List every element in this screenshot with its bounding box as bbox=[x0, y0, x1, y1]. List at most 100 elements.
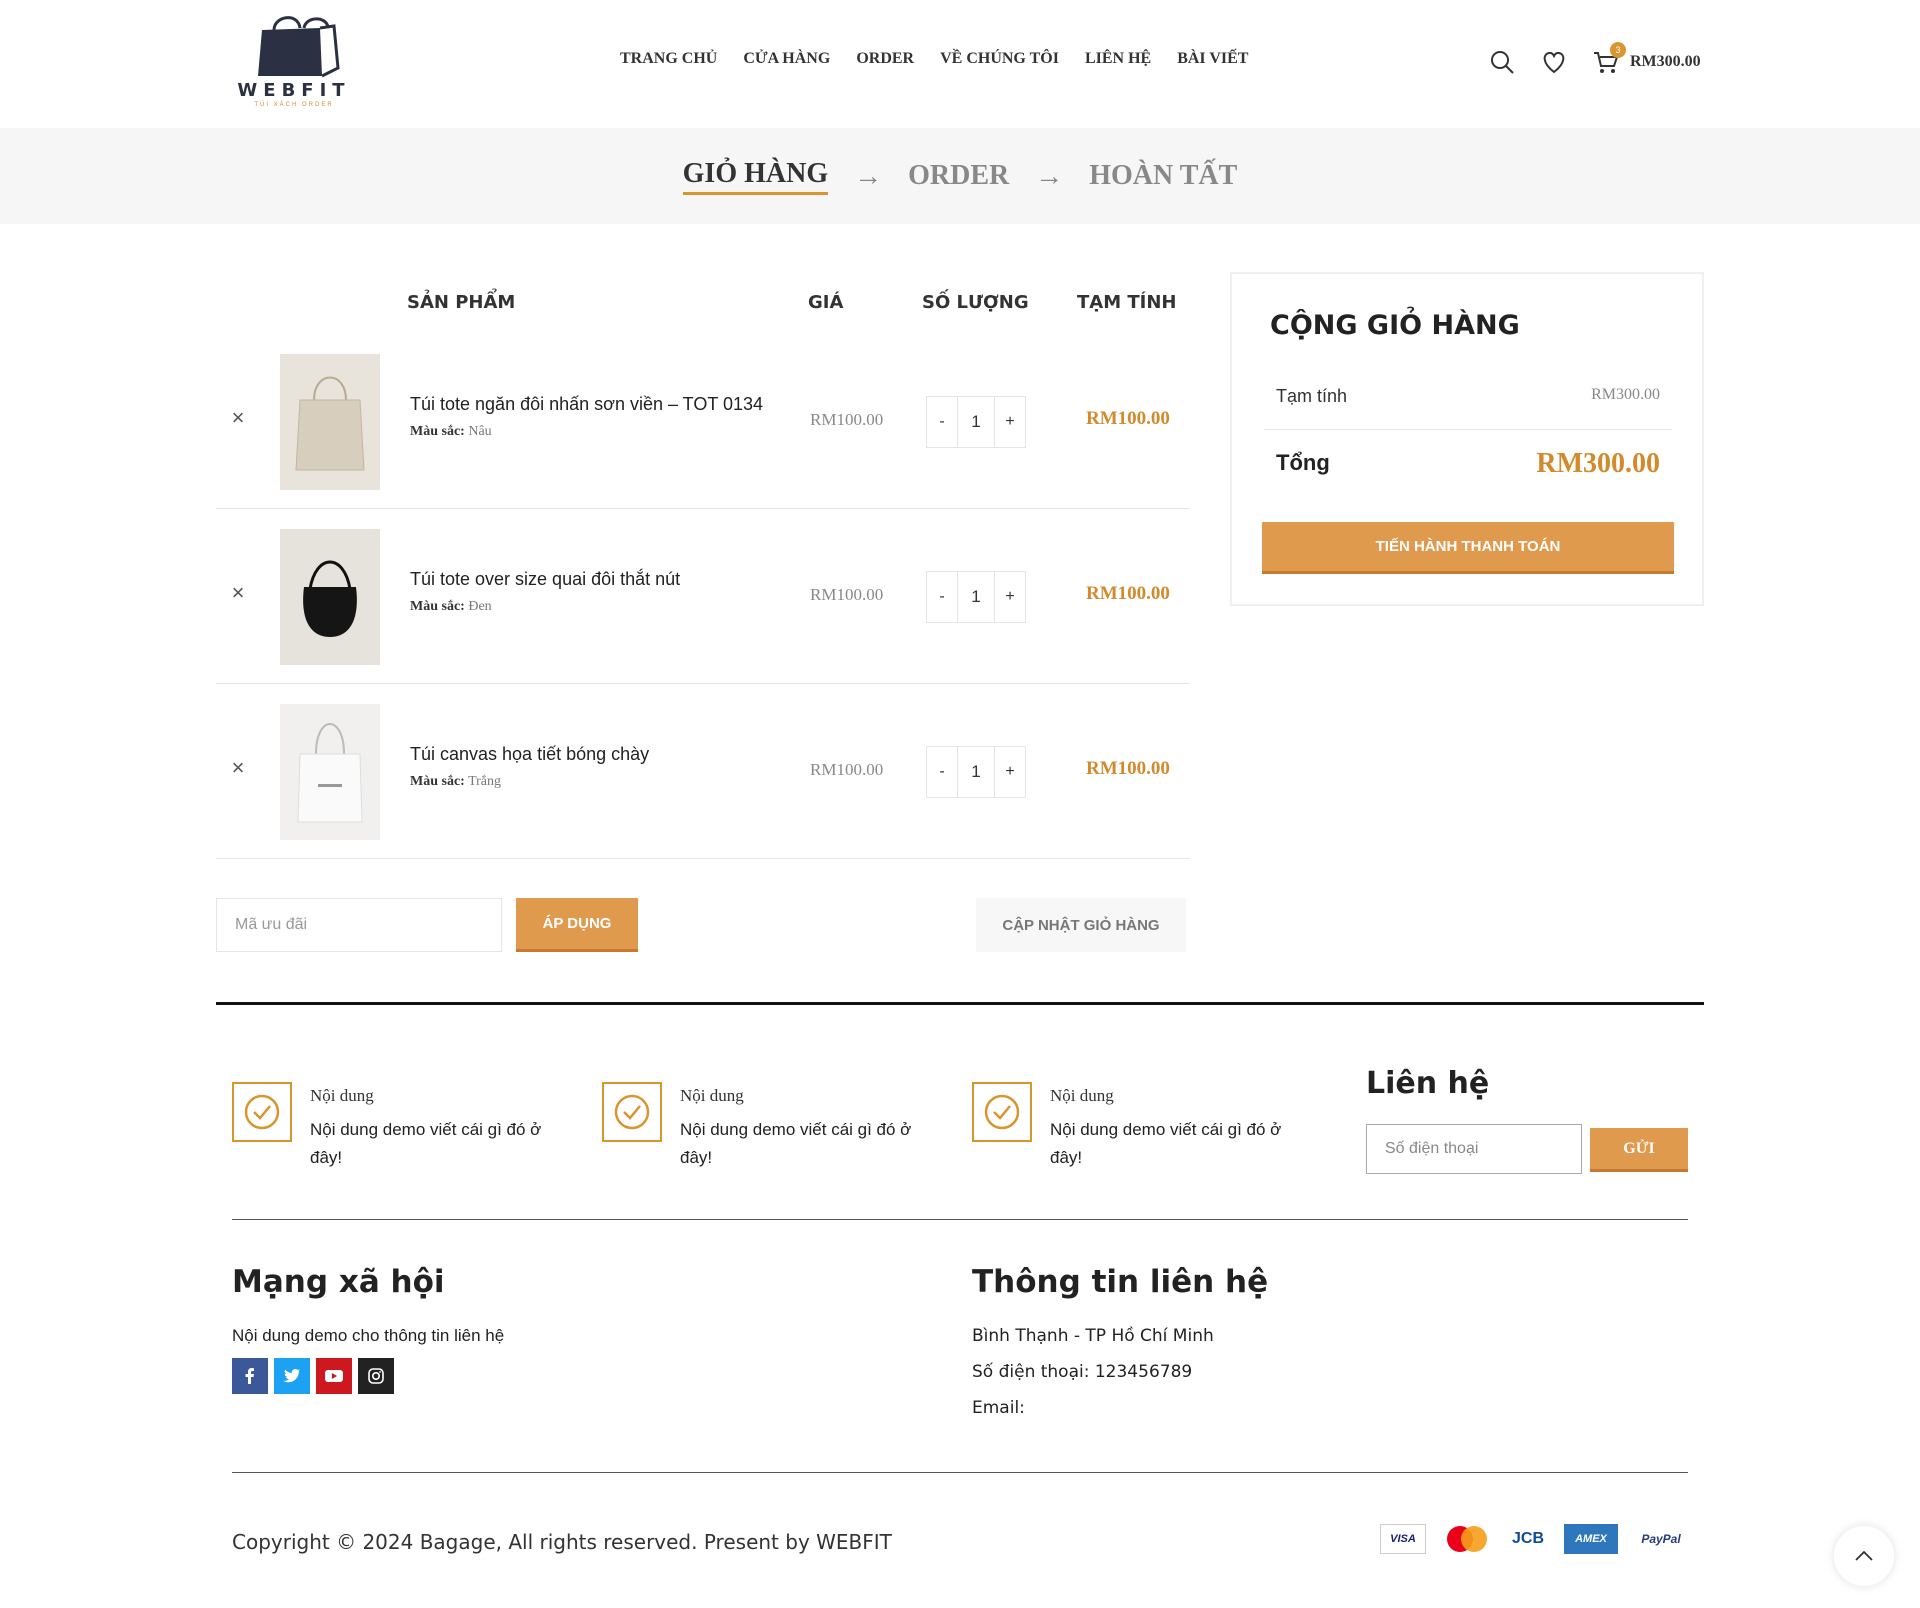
phone-input[interactable]: Số điện thoại bbox=[1366, 1124, 1582, 1174]
attribute-label: Màu sắc: bbox=[410, 424, 465, 439]
nav-home[interactable]: TRANG CHỦ bbox=[620, 50, 717, 68]
social-heading: Mạng xã hội bbox=[232, 1264, 445, 1300]
qty-plus-button[interactable]: + bbox=[995, 747, 1025, 797]
product-price: RM100.00 bbox=[810, 410, 884, 429]
attribute-value: Nâu bbox=[468, 424, 492, 439]
cart-totals-title: CỘNG GIỎ HÀNG bbox=[1270, 310, 1520, 341]
footer-divider bbox=[232, 1472, 1688, 1473]
step-cart[interactable]: GIỎ HÀNG bbox=[682, 158, 829, 195]
header-product: SẢN PHẨM bbox=[407, 292, 516, 313]
contact-email: Email: bbox=[972, 1398, 1025, 1418]
step-done: HOÀN TẤT bbox=[1089, 160, 1238, 191]
site-logo[interactable]: WEBFIT TÚI XÁCH ORDER bbox=[234, 14, 354, 112]
qty-minus-button[interactable]: - bbox=[927, 397, 957, 447]
cart-row: × Túi canvas họa tiết bóng chày Màu sắc:… bbox=[216, 684, 1190, 859]
product-name[interactable]: Túi tote ngăn đôi nhấn sơn viền – TOT 01… bbox=[410, 394, 763, 415]
header-quantity: SỐ LƯỢNG bbox=[922, 292, 1029, 313]
feature-text: Nội dung demo viết cái gì đó ở đây! bbox=[680, 1120, 912, 1167]
contact-address: Bình Thạnh - TP Hồ Chí Minh bbox=[972, 1326, 1214, 1346]
update-cart-button[interactable]: CẬP NHẬT GIỎ HÀNG bbox=[976, 898, 1186, 952]
apply-coupon-button[interactable]: ÁP DỤNG bbox=[516, 898, 638, 952]
step-arrow-icon: → bbox=[854, 160, 883, 191]
attribute-value: Đen bbox=[468, 599, 492, 614]
tote-bag-beige-icon bbox=[295, 376, 365, 471]
cart-table: SẢN PHẨM GIÁ SỐ LƯỢNG TẠM TÍNH × Túi tot… bbox=[216, 270, 1190, 859]
facebook-icon[interactable] bbox=[232, 1358, 268, 1394]
product-attribute: Màu sắc: Đen bbox=[410, 599, 492, 615]
nav-contact[interactable]: LIÊN HỆ bbox=[1085, 50, 1151, 68]
scroll-to-top-button[interactable] bbox=[1834, 1526, 1894, 1586]
nav-order[interactable]: ORDER bbox=[856, 50, 914, 68]
coupon-input[interactable]: Mã ưu đãi bbox=[216, 898, 502, 952]
cart-count-badge: 3 bbox=[1610, 42, 1626, 58]
feature-item: Nội dung Nội dung demo viết cái gì đó ở … bbox=[232, 1080, 572, 1180]
cart-row: × Túi tote over size quai đôi thắt nút M… bbox=[216, 509, 1190, 684]
nav-about[interactable]: VỀ CHÚNG TÔI bbox=[940, 50, 1059, 68]
product-thumbnail[interactable] bbox=[280, 354, 380, 490]
cart-row: × Túi tote ngăn đôi nhấn sơn viền – TOT … bbox=[216, 334, 1190, 509]
step-arrow-icon: → bbox=[1035, 160, 1064, 191]
send-button[interactable]: GỬI bbox=[1590, 1128, 1688, 1172]
amex-icon: AMEX bbox=[1564, 1524, 1618, 1554]
qty-input[interactable]: 1 bbox=[957, 747, 995, 797]
subtotal-value: RM300.00 bbox=[1591, 386, 1660, 403]
remove-item-icon[interactable]: × bbox=[226, 756, 250, 780]
feature-text: Nội dung demo viết cái gì đó ở đây! bbox=[310, 1120, 542, 1167]
canvas-bag-white-icon bbox=[297, 723, 363, 823]
nav-shop[interactable]: CỬA HÀNG bbox=[743, 50, 830, 68]
copyright-text: Copyright © 2024 Bagage, All rights rese… bbox=[232, 1530, 892, 1554]
qty-plus-button[interactable]: + bbox=[995, 572, 1025, 622]
product-thumbnail[interactable] bbox=[280, 529, 380, 665]
chevron-up-icon bbox=[1855, 1550, 1873, 1561]
product-name[interactable]: Túi tote over size quai đôi thắt nút bbox=[410, 569, 680, 590]
footer-divider bbox=[232, 1219, 1688, 1220]
row-subtotal: RM100.00 bbox=[1086, 408, 1170, 429]
twitter-icon[interactable] bbox=[274, 1358, 310, 1394]
logo-text: WEBFIT bbox=[237, 80, 351, 101]
checkout-steps: GIỎ HÀNG → ORDER → HOÀN TẤT bbox=[0, 128, 1920, 224]
step-order[interactable]: ORDER bbox=[908, 160, 1009, 192]
social-links bbox=[232, 1358, 394, 1394]
cart-totals: CỘNG GIỎ HÀNG Tạm tính RM300.00 Tổng RM3… bbox=[1230, 272, 1704, 606]
total-label: Tổng bbox=[1276, 450, 1330, 475]
logo-subtitle: TÚI XÁCH ORDER bbox=[254, 102, 334, 108]
contact-info-heading: Thông tin liên hệ bbox=[972, 1264, 1269, 1300]
heart-icon[interactable] bbox=[1540, 48, 1568, 76]
remove-item-icon[interactable]: × bbox=[226, 581, 250, 605]
attribute-label: Màu sắc: bbox=[410, 599, 465, 614]
qty-input[interactable]: 1 bbox=[957, 397, 995, 447]
youtube-icon[interactable] bbox=[316, 1358, 352, 1394]
nav-blog[interactable]: BÀI VIẾT bbox=[1177, 50, 1248, 68]
visa-icon: VISA bbox=[1380, 1524, 1426, 1554]
bag-logo-icon bbox=[258, 16, 340, 78]
header-cart[interactable]: 3 RM300.00 bbox=[1592, 42, 1701, 76]
qty-minus-button[interactable]: - bbox=[927, 572, 957, 622]
search-icon[interactable] bbox=[1488, 48, 1516, 76]
qty-plus-button[interactable]: + bbox=[995, 397, 1025, 447]
feature-item: Nội dung Nội dung demo viết cái gì đó ở … bbox=[602, 1080, 942, 1180]
contact-heading: Liên hệ bbox=[1366, 1066, 1490, 1101]
qty-input[interactable]: 1 bbox=[957, 572, 995, 622]
check-circle-icon bbox=[232, 1082, 292, 1142]
checkout-button[interactable]: TIẾN HÀNH THANH TOÁN bbox=[1262, 522, 1674, 574]
instagram-icon[interactable] bbox=[358, 1358, 394, 1394]
header-icons: 3 RM300.00 bbox=[1488, 42, 1701, 78]
feature-title: Nội dung bbox=[1050, 1086, 1114, 1105]
product-price: RM100.00 bbox=[810, 760, 884, 779]
feature-text: Nội dung demo viết cái gì đó ở đây! bbox=[1050, 1120, 1282, 1167]
product-attribute: Màu sắc: Nâu bbox=[410, 424, 492, 440]
footer-divider bbox=[216, 1002, 1704, 1005]
row-subtotal: RM100.00 bbox=[1086, 758, 1170, 779]
jcb-icon: JCB bbox=[1511, 1530, 1544, 1547]
remove-item-icon[interactable]: × bbox=[226, 406, 250, 430]
qty-minus-button[interactable]: - bbox=[927, 747, 957, 797]
main-nav: TRANG CHỦ CỬA HÀNG ORDER VỀ CHÚNG TÔI LI… bbox=[620, 50, 1248, 68]
feature-title: Nội dung bbox=[680, 1086, 744, 1105]
quantity-stepper: - 1 + bbox=[926, 746, 1026, 798]
product-thumbnail[interactable] bbox=[280, 704, 380, 840]
attribute-value: Trắng bbox=[468, 774, 502, 789]
product-name[interactable]: Túi canvas họa tiết bóng chày bbox=[410, 744, 649, 765]
hobo-bag-black-icon bbox=[303, 560, 357, 637]
mastercard-icon bbox=[1442, 1524, 1492, 1554]
check-circle-icon bbox=[972, 1082, 1032, 1142]
